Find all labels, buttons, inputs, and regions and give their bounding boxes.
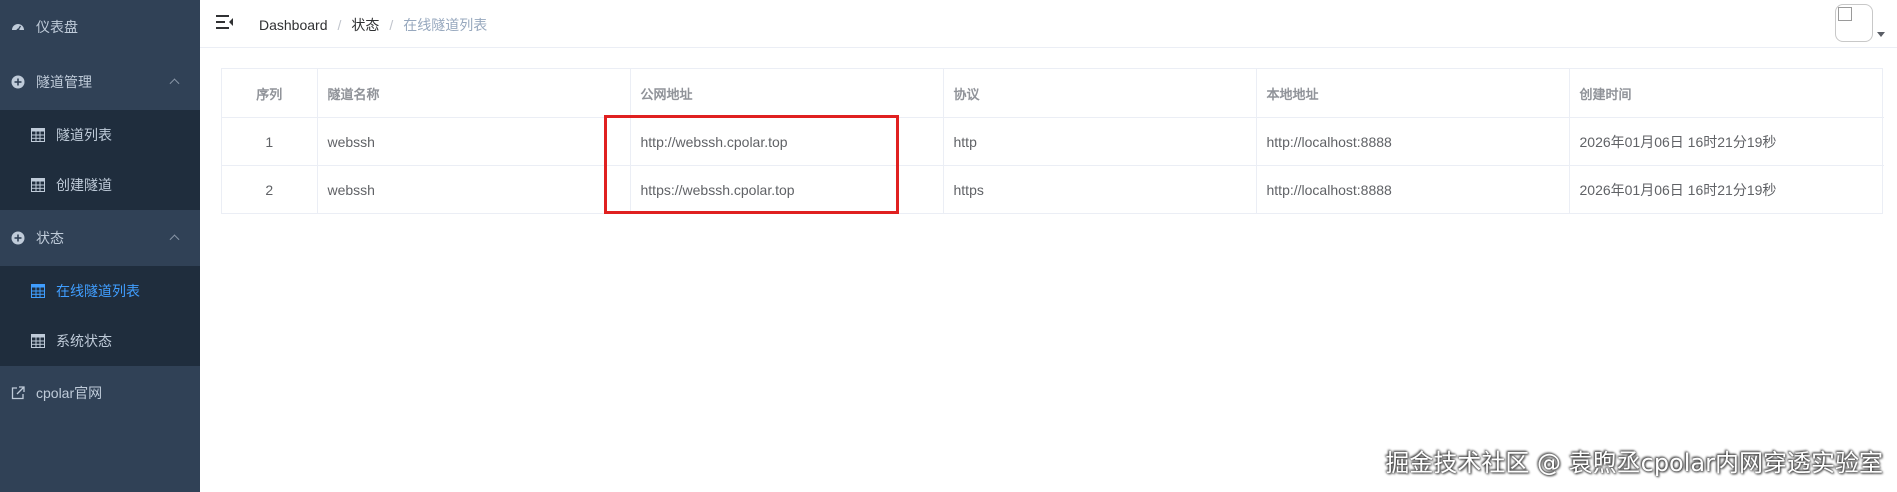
column-header: 隧道名称: [317, 69, 631, 118]
submenu-status: 在线隧道列表 系统状态: [0, 266, 200, 366]
sidebar-item-system-status[interactable]: 系统状态: [0, 316, 200, 366]
table-cell: 1: [222, 117, 318, 166]
sidebar-item-label: 创建隧道: [56, 177, 112, 193]
column-header: 本地地址: [1256, 69, 1570, 118]
sidebar-item-tunnel-list[interactable]: 隧道列表: [0, 110, 200, 160]
table-cell: webssh: [317, 165, 631, 213]
table-cell: http://localhost:8888: [1256, 165, 1570, 213]
sidebar-submenu-tunnel-management[interactable]: 隧道管理: [0, 54, 200, 110]
breadcrumb-item-status[interactable]: 状态: [351, 15, 379, 35]
sidebar-item-label: cpolar官网: [36, 385, 103, 401]
caret-down-icon[interactable]: [1877, 32, 1885, 37]
sidebar-item-dashboard[interactable]: 仪表盘: [0, 0, 200, 54]
sidebar-item-create-tunnel[interactable]: 创建隧道: [0, 160, 200, 210]
sidebar-submenu-status[interactable]: 状态: [0, 210, 200, 266]
table-icon: [30, 177, 46, 193]
table-cell: http: [943, 117, 1257, 166]
table-cell: 2: [222, 165, 318, 213]
dashboard-icon: [10, 19, 26, 35]
breadcrumb-separator: /: [389, 17, 394, 33]
hamburger-icon[interactable]: [216, 14, 234, 30]
chevron-up-icon: [169, 78, 180, 89]
table-icon: [30, 333, 46, 349]
table-header-row: 序列 隧道名称 公网地址 协议 本地地址 创建时间: [222, 69, 1884, 118]
table-cell: webssh: [317, 117, 631, 166]
table-cell: 2026年01月06日 16时21分19秒: [1569, 117, 1884, 166]
table-cell: https://webssh.cpolar.top: [630, 165, 944, 213]
sidebar-item-label: 隧道管理: [36, 74, 92, 90]
breadcrumb-separator: /: [337, 17, 342, 33]
table-icon: [30, 283, 46, 299]
table-row: 2 webssh https://webssh.cpolar.top https…: [222, 165, 1884, 213]
table-cell: http://localhost:8888: [1256, 117, 1570, 166]
table-cell: 2026年01月06日 16时21分19秒: [1579, 181, 1777, 198]
plus-circle-icon: [10, 74, 26, 90]
column-header: 协议: [943, 69, 1257, 118]
tunnel-table: 序列 隧道名称 公网地址 协议 本地地址 创建时间 1 webssh http:…: [221, 68, 1884, 214]
sidebar-item-online-tunnels[interactable]: 在线隧道列表: [0, 266, 200, 316]
sidebar: 仪表盘 隧道管理 隧道列表 创建隧道 状态 在线隧道列表 系统状态 cpolar…: [0, 0, 200, 492]
sidebar-item-label: 系统状态: [56, 333, 112, 349]
column-header: 序列: [222, 69, 318, 118]
plus-circle-icon: [10, 230, 26, 246]
breadcrumb-item-current: 在线隧道列表: [403, 17, 488, 33]
table-cell: https: [943, 165, 1257, 213]
breadcrumb: Dashboard / 状态 / 在线隧道列表: [259, 15, 487, 35]
external-link-icon: [10, 385, 26, 401]
table-row: 1 webssh http://webssh.cpolar.top http h…: [222, 117, 1884, 166]
chevron-up-icon: [169, 234, 180, 245]
sidebar-item-label: 状态: [36, 230, 64, 246]
sidebar-item-label: 在线隧道列表: [56, 283, 140, 299]
avatar[interactable]: [1835, 4, 1873, 42]
navbar: Dashboard / 状态 / 在线隧道列表: [200, 0, 1897, 48]
table-cell: http://webssh.cpolar.top: [630, 117, 944, 166]
sidebar-item-label: 仪表盘: [36, 19, 78, 35]
breadcrumb-item-dashboard[interactable]: Dashboard: [259, 17, 328, 33]
table-icon: [30, 127, 46, 143]
column-header: 公网地址: [630, 69, 944, 118]
broken-image-icon: [1838, 7, 1852, 21]
submenu-tunnel-management: 隧道列表 创建隧道: [0, 110, 200, 210]
sidebar-item-cpolar-website[interactable]: cpolar官网: [0, 366, 200, 420]
watermark: 掘金技术社区 @ 袁煦丞cpolar内网穿透实验室: [1385, 449, 1883, 477]
sidebar-item-label: 隧道列表: [56, 127, 112, 143]
column-header: 创建时间: [1569, 69, 1884, 118]
